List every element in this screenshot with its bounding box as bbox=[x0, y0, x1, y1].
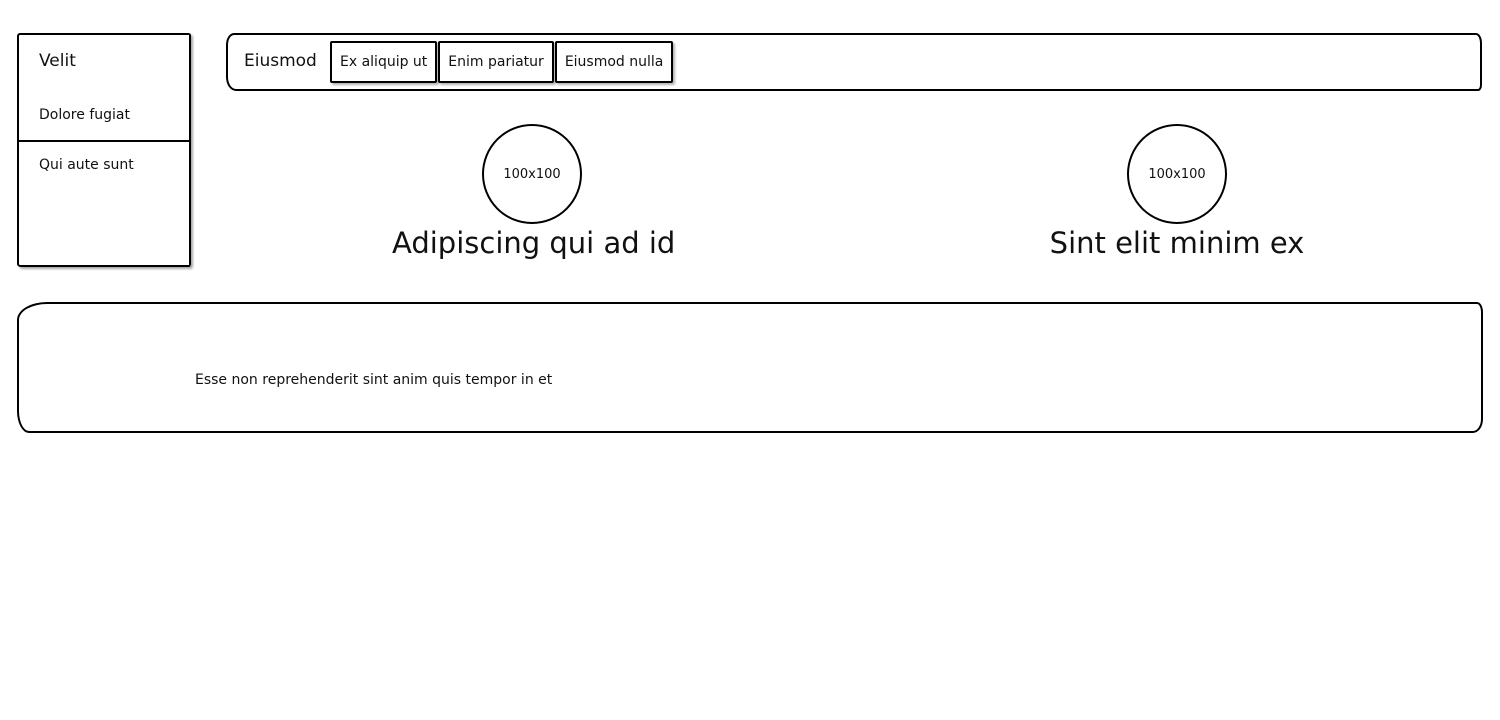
card-caption: Sint elit minim ex bbox=[1049, 226, 1305, 260]
tab-ex-aliquip-ut[interactable]: Ex aliquip ut bbox=[330, 41, 438, 83]
image-placeholder-label: 100x100 bbox=[1148, 166, 1206, 182]
sidebar-divider bbox=[17, 140, 191, 142]
footer-text: Esse non reprehenderit sint anim quis te… bbox=[195, 372, 553, 388]
page: Velit Dolore fugiat Qui aute sunt Eiusmo… bbox=[0, 0, 1500, 720]
feature-card-1: 100x100 Adipiscing qui ad id bbox=[392, 124, 676, 260]
feature-card-2: 100x100 Sint elit minim ex bbox=[1037, 124, 1317, 260]
footer-panel: Esse non reprehenderit sint anim quis te… bbox=[17, 302, 1483, 433]
sidebar-item-dolore-fugiat[interactable]: Dolore fugiat bbox=[39, 107, 130, 123]
sidebar: Velit Dolore fugiat Qui aute sunt bbox=[17, 33, 191, 267]
sidebar-item-qui-aute-sunt[interactable]: Qui aute sunt bbox=[39, 157, 134, 173]
image-placeholder: 100x100 bbox=[1127, 124, 1227, 224]
image-placeholder: 100x100 bbox=[482, 124, 582, 224]
image-placeholder-label: 100x100 bbox=[503, 166, 561, 182]
tab-enim-pariatur[interactable]: Enim pariatur bbox=[438, 41, 554, 83]
navbar-brand[interactable]: Eiusmod bbox=[244, 51, 317, 71]
tab-eiusmod-nulla[interactable]: Eiusmod nulla bbox=[554, 41, 674, 83]
top-navbar: Eiusmod Ex aliquip ut Enim pariatur Eius… bbox=[226, 33, 1482, 91]
card-caption: Adipiscing qui ad id bbox=[392, 226, 676, 260]
navbar-tabs: Ex aliquip ut Enim pariatur Eiusmod null… bbox=[330, 41, 674, 83]
sidebar-title: Velit bbox=[39, 51, 76, 71]
